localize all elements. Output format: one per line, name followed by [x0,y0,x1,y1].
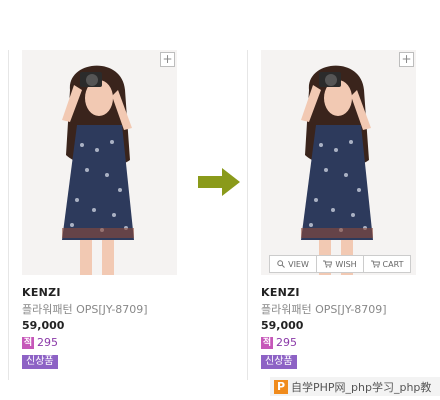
points-value: 295 [37,336,58,349]
view-label: VIEW [288,259,309,269]
model-photo [261,50,416,275]
cart-label: CART [382,259,404,269]
zoom-plus-button[interactable]: + [160,52,175,67]
hover-action-bar: VIEW WISH CART [269,255,411,273]
product-brand: KENZI [22,286,61,299]
model-photo [22,50,177,275]
product-card-hover[interactable]: + VIEW WISH CART KENZI 플라워패턴 OPS[JY-8709… [261,50,421,369]
zoom-plus-button[interactable]: + [399,52,414,67]
product-card[interactable]: + KENZI 플라워패턴 OPS[JY-8709] 59,000 적 295 … [22,50,182,369]
product-price: 59,000 [22,319,65,332]
points-row: 적 295 [22,336,182,349]
watermark-text: 自学PHP网_php学习_php教 [291,380,432,394]
product-price: 59,000 [261,319,304,332]
points-icon: 적 [22,336,34,349]
site-watermark: P 自学PHP网_php学习_php教 [270,377,440,396]
left-divider [8,50,9,380]
cart-icon [323,260,333,268]
wish-label: WISH [335,259,357,269]
right-arrow-icon [198,168,240,196]
points-value: 295 [276,336,297,349]
new-product-badge: 신상품 [261,355,297,369]
view-button[interactable]: VIEW [270,256,317,272]
product-name[interactable]: 플라워패턴 OPS[JY-8709] [22,301,182,317]
points-icon: 적 [261,336,273,349]
watermark-logo-icon: P [274,379,288,394]
cart-icon [370,260,380,268]
middle-divider [247,50,248,380]
product-image[interactable]: + VIEW WISH CART [261,50,416,275]
cart-button[interactable]: CART [364,256,410,272]
product-image[interactable]: + [22,50,177,275]
product-name[interactable]: 플라워패턴 OPS[JY-8709] [261,301,421,317]
magnifier-icon [277,260,285,268]
points-row: 적 295 [261,336,421,349]
new-product-badge: 신상품 [22,355,58,369]
wish-button[interactable]: WISH [317,256,364,272]
product-brand: KENZI [261,286,300,299]
